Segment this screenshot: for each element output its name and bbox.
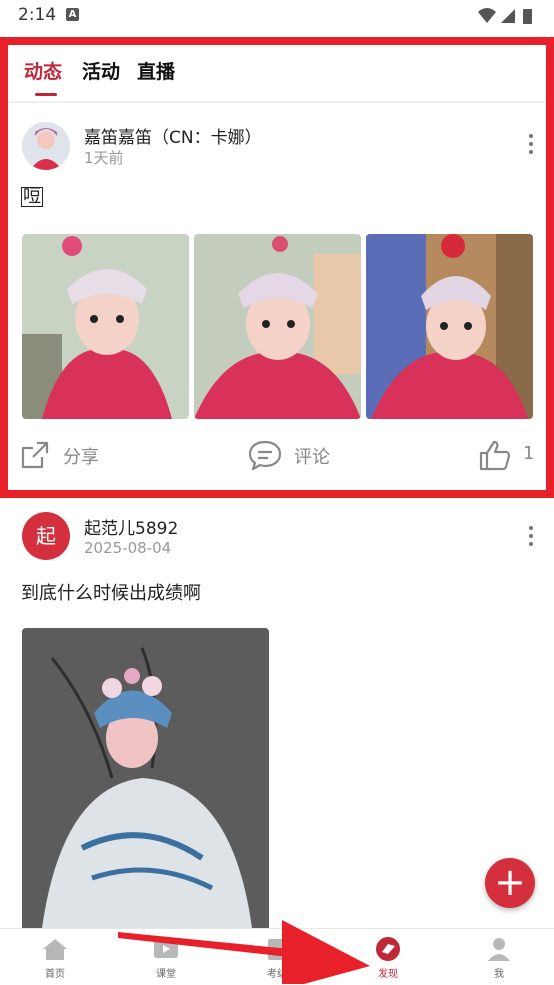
tab-activity[interactable]: 活动	[82, 57, 120, 84]
share-label[interactable]: 分享	[63, 443, 99, 469]
nav-label: 考级	[267, 969, 287, 980]
post-photo[interactable]	[194, 234, 361, 419]
notification-icon: A	[66, 8, 79, 21]
like-icon[interactable]	[479, 439, 511, 471]
status-time: 2:14	[18, 5, 57, 25]
more-options-icon[interactable]	[526, 134, 536, 158]
status-icons	[478, 8, 532, 24]
nav-home[interactable]: 首页	[0, 929, 110, 985]
signal-icon	[501, 9, 515, 23]
post-actions: 分享 评论 1	[0, 434, 554, 474]
feed-tabs: 动态 活动 直播	[8, 45, 546, 103]
post-photo[interactable]	[22, 628, 269, 928]
avatar[interactable]: 起	[22, 512, 70, 560]
post-card: 起 起范儿5892 2025-08-04 到底什么时候出成绩啊	[0, 500, 554, 928]
nav-label: 课堂	[156, 969, 176, 980]
nav-discover[interactable]: 发现	[333, 929, 443, 985]
more-options-icon[interactable]	[526, 526, 536, 550]
post-time: 2025-08-04	[84, 539, 172, 557]
tab-live[interactable]: 直播	[137, 57, 175, 84]
nav-label: 我	[494, 969, 504, 980]
author-name[interactable]: 嘉笛嘉笛（CN：卡娜）	[84, 123, 262, 148]
bottom-nav: 首页 课堂 考级 发现 我	[0, 928, 554, 985]
author-name[interactable]: 起范儿5892	[84, 514, 178, 539]
post-time: 1天前	[84, 149, 124, 167]
post-card: 嘉笛嘉笛（CN：卡娜） 1天前 哣 分享 评论 1	[0, 103, 554, 493]
person-icon	[488, 938, 510, 961]
post-text: 哣	[21, 186, 43, 207]
post-text: 到底什么时候出成绩啊	[21, 583, 201, 604]
nav-exam[interactable]: 考级	[222, 929, 332, 985]
comment-icon[interactable]	[248, 440, 282, 470]
share-icon[interactable]	[20, 440, 50, 470]
discover-icon	[376, 937, 400, 961]
like-count: 1	[523, 443, 535, 464]
battery-icon	[523, 9, 532, 24]
comment-label[interactable]: 评论	[294, 443, 330, 469]
nav-label: 首页	[45, 969, 65, 980]
post-photo[interactable]	[22, 234, 189, 419]
avatar-image	[22, 122, 70, 170]
nav-label: 发现	[378, 969, 398, 980]
post-photo[interactable]	[366, 234, 533, 419]
home-icon	[43, 939, 67, 960]
status-bar: 2:14 A	[0, 0, 554, 32]
exam-icon	[268, 939, 286, 960]
nav-me[interactable]: 我	[444, 929, 554, 985]
tab-dynamic[interactable]: 动态	[24, 57, 62, 84]
tab-indicator	[35, 93, 57, 96]
add-post-button[interactable]: +	[485, 858, 535, 908]
avatar[interactable]	[22, 122, 70, 170]
nav-classroom[interactable]: 课堂	[111, 929, 221, 985]
video-icon	[154, 940, 178, 958]
wifi-icon	[478, 8, 496, 23]
